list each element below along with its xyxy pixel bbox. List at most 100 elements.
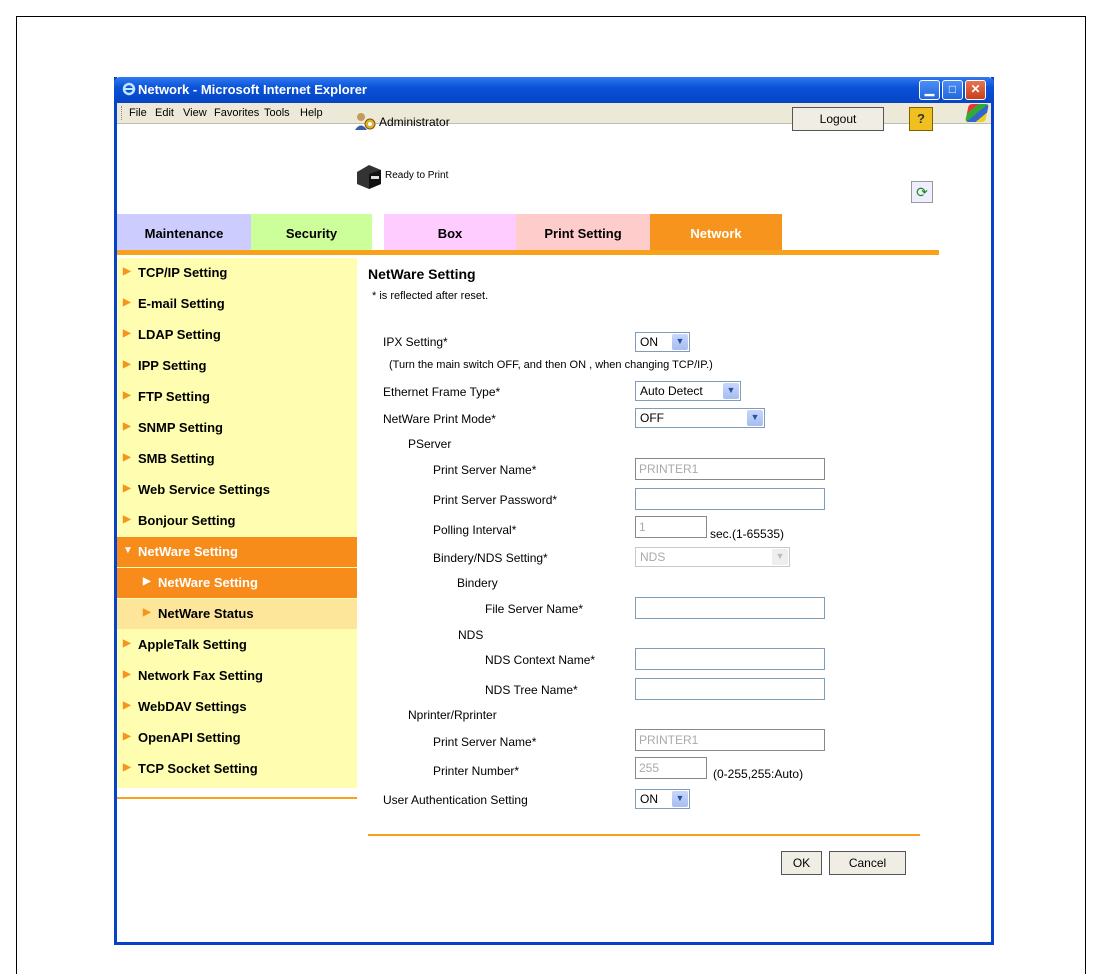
bindery-nds-label: Bindery/NDS Setting* [433,551,548,565]
tab-box[interactable]: Box [384,214,516,250]
sidebar-item-openapi[interactable]: ▶ OpenAPI Setting [117,723,357,753]
polling-interval-input[interactable] [635,516,707,538]
printer-number-hint: (0-255,255:Auto) [713,767,804,781]
cancel-button[interactable]: Cancel [829,851,906,875]
sidebar-item-network-fax[interactable]: ▶ Network Fax Setting [117,661,357,691]
polling-interval-label: Polling Interval* [433,523,517,537]
menu-grip [121,106,124,120]
tab-maintenance[interactable]: Maintenance [117,214,251,250]
sidebar-item-ldap[interactable]: ▶ LDAP Setting [117,320,357,350]
sidebar-item-appletalk[interactable]: ▶ AppleTalk Setting [117,630,357,660]
ie-logo-icon [122,82,136,96]
sidebar-item-tcpip[interactable]: ▶ TCP/IP Setting [117,258,357,288]
sidebar-subitem-netware-setting[interactable]: ▶ NetWare Setting [117,568,357,598]
menu-edit[interactable]: Edit [155,107,174,119]
page-title: NetWare Setting [368,266,476,282]
chevron-down-icon: ▼ [672,791,688,807]
arrow-right-icon: ▶ [143,607,151,618]
sidebar-subitem-netware-status[interactable]: ▶ NetWare Status [117,599,357,629]
arrow-right-icon: ▶ [123,731,131,742]
tab-print-setting[interactable]: Print Setting [516,214,650,250]
bindery-nds-select[interactable]: NDS ▼ [635,547,790,567]
sidebar-item-bonjour[interactable]: ▶ Bonjour Setting [117,506,357,536]
arrow-right-icon: ▶ [123,762,131,773]
sidebar-item-ftp[interactable]: ▶ FTP Setting [117,382,357,412]
tab-network[interactable]: Network [650,214,782,250]
sidebar-item-netware[interactable]: ▼ NetWare Setting [117,537,357,567]
arrow-right-icon: ▶ [123,514,131,525]
polling-interval-hint: sec.(1-65535) [710,527,785,541]
ok-button[interactable]: OK [781,851,822,875]
user-auth-select[interactable]: ON ▼ [635,789,690,809]
nds-context-label: NDS Context Name* [485,653,596,667]
pserver-heading: PServer [408,437,452,451]
arrow-right-icon: ▶ [123,421,131,432]
printer-number-input[interactable] [635,757,707,779]
logout-button[interactable]: Logout [792,107,884,131]
arrow-right-icon: ▶ [123,483,131,494]
np-name-input[interactable] [635,729,825,751]
nds-heading: NDS [458,628,484,642]
help-button[interactable]: ? [909,107,933,131]
arrow-right-icon: ▶ [123,328,131,339]
sidebar-item-smb[interactable]: ▶ SMB Setting [117,444,357,474]
windows-flag-icon [965,104,989,122]
user-auth-label: User Authentication Setting [383,793,528,807]
ps-password-label: Print Server Password* [433,493,558,507]
chevron-down-icon: ▼ [747,410,763,426]
page-note: * is reflected after reset. [372,290,489,302]
ipx-setting-label: IPX Setting* [383,335,448,349]
nds-tree-label: NDS Tree Name* [485,683,578,697]
ps-password-input[interactable] [635,488,825,510]
ethernet-frame-select[interactable]: Auto Detect ▼ [635,381,741,401]
arrow-right-icon: ▶ [123,700,131,711]
menu-help[interactable]: Help [300,107,323,119]
file-server-input[interactable] [635,597,825,619]
arrow-right-icon: ▶ [123,638,131,649]
nds-context-input[interactable] [635,648,825,670]
close-button[interactable]: ✕ [965,80,986,100]
arrow-down-icon: ▼ [123,545,133,556]
tab-underline [117,250,939,255]
menu-favorites[interactable]: Favorites [214,107,259,119]
minimize-button[interactable]: ▁ [919,80,940,100]
print-mode-label: NetWare Print Mode* [383,412,496,426]
administrator-icon [354,111,376,131]
arrow-right-icon: ▶ [123,266,131,277]
menu-file[interactable]: File [129,107,147,119]
arrow-right-icon: ▶ [123,359,131,370]
sidebar-item-tcp-socket[interactable]: ▶ TCP Socket Setting [117,754,357,784]
menu-view[interactable]: View [183,107,207,119]
form-bottom-line [368,834,920,836]
np-name-label: Print Server Name* [433,735,537,749]
ethernet-frame-label: Ethernet Frame Type* [383,385,501,399]
printer-number-label: Printer Number* [433,764,520,778]
sidebar-item-web-service[interactable]: ▶ Web Service Settings [117,475,357,505]
arrow-right-icon: ▶ [123,452,131,463]
file-server-label: File Server Name* [485,602,584,616]
arrow-right-icon: ▶ [123,297,131,308]
arrow-right-icon: ▶ [123,390,131,401]
ps-name-input[interactable] [635,458,825,480]
ipx-setting-select[interactable]: ON ▼ [635,332,690,352]
chevron-down-icon: ▼ [772,549,788,565]
sidebar-item-snmp[interactable]: ▶ SNMP Setting [117,413,357,443]
menu-tools[interactable]: Tools [264,107,290,119]
chevron-down-icon: ▼ [723,383,739,399]
nprinter-heading: Nprinter/Rprinter [408,708,497,722]
tab-security[interactable]: Security [251,214,372,250]
print-mode-select[interactable]: OFF ▼ [635,408,765,428]
arrow-right-icon: ▶ [143,576,151,587]
refresh-icon[interactable]: ⟳ [911,181,933,203]
ps-name-label: Print Server Name* [433,463,537,477]
window-title: Network - Microsoft Internet Explorer [138,82,367,97]
chevron-down-icon: ▼ [672,334,688,350]
sidebar-item-webdav[interactable]: ▶ WebDAV Settings [117,692,357,722]
sidebar-item-email[interactable]: ▶ E-mail Setting [117,289,357,319]
printer-status: Ready to Print [385,170,449,181]
sidebar-bottom-line [117,797,357,799]
nds-tree-input[interactable] [635,678,825,700]
arrow-right-icon: ▶ [123,669,131,680]
maximize-button[interactable]: □ [942,80,963,100]
sidebar-item-ipp[interactable]: ▶ IPP Setting [117,351,357,381]
